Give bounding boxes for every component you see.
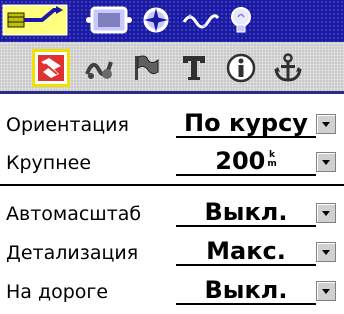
larger-value: 200 <box>215 147 266 175</box>
larger-unit: km <box>267 151 276 169</box>
automatic-zoom-value: Выкл. <box>176 197 316 227</box>
detail-select[interactable]: Макс. <box>176 236 344 266</box>
larger-select[interactable]: 200 k m <box>176 146 344 176</box>
waypoint-flag-icon[interactable] <box>130 52 162 84</box>
compass-rose-icon[interactable] <box>137 4 175 36</box>
route-arrow-icon[interactable] <box>2 4 68 36</box>
automatic-zoom-row: Автомасштаб Выкл. <box>0 195 344 235</box>
larger-row: Крупнее 200 k m <box>0 144 344 184</box>
orientation-value: По курсу <box>176 108 316 138</box>
automatic-zoom-select[interactable]: Выкл. <box>176 197 344 227</box>
screen-display-icon[interactable] <box>86 4 132 36</box>
on-road-label: На дороге <box>6 281 109 303</box>
info-icon[interactable] <box>225 52 257 84</box>
dropdown-arrow-icon[interactable] <box>316 152 336 172</box>
track-icon[interactable] <box>83 52 115 84</box>
dropdown-arrow-icon[interactable] <box>316 203 336 223</box>
larger-value-box: 200 k m <box>176 146 316 176</box>
top-tab-bar <box>0 0 344 42</box>
wave-signal-icon[interactable] <box>180 4 220 36</box>
dropdown-arrow-icon[interactable] <box>316 114 336 134</box>
orientation-row: Ориентация По курсу <box>0 106 344 146</box>
orientation-select[interactable]: По курсу <box>176 108 344 138</box>
larger-label: Крупнее <box>6 152 92 174</box>
on-road-value: Выкл. <box>176 275 316 305</box>
text-icon[interactable] <box>178 52 210 84</box>
orientation-label: Ориентация <box>6 114 129 136</box>
dropdown-arrow-icon[interactable] <box>316 242 336 262</box>
light-bulb-icon[interactable] <box>226 4 256 36</box>
dropdown-arrow-icon[interactable] <box>316 281 336 301</box>
detail-label: Детализация <box>6 242 139 264</box>
detail-value: Макс. <box>176 236 316 266</box>
map-setup-icon[interactable] <box>32 49 70 87</box>
on-road-row: На дороге Выкл. <box>0 273 344 313</box>
section-divider <box>0 184 344 186</box>
anchor-icon[interactable] <box>272 52 304 84</box>
detail-row: Детализация Макс. <box>0 234 344 274</box>
map-setup-screen: Ориентация По курсу Крупнее 200 k m Автома… <box>0 0 344 314</box>
map-setup-icon-bar <box>0 42 344 94</box>
unit-bottom: m <box>267 159 277 169</box>
on-road-select[interactable]: Выкл. <box>176 275 344 305</box>
automatic-zoom-label: Автомасштаб <box>6 203 142 225</box>
